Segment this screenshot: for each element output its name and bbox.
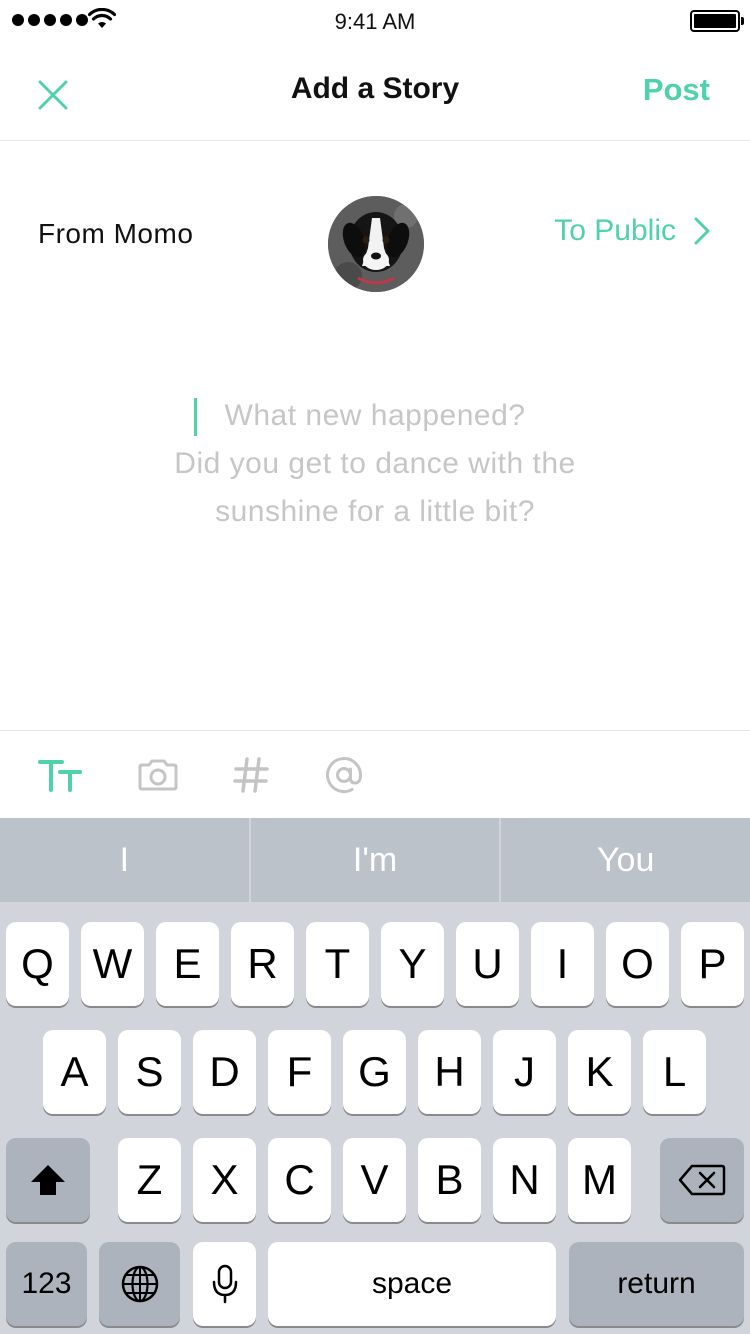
post-button[interactable]: Post [643, 72, 710, 108]
mention-button[interactable] [320, 751, 368, 799]
key[interactable]: Z [118, 1138, 181, 1222]
key[interactable]: F [268, 1030, 331, 1114]
close-button[interactable] [30, 72, 76, 118]
key[interactable]: P [681, 922, 744, 1006]
key[interactable]: L [643, 1030, 706, 1114]
key[interactable]: B [418, 1138, 481, 1222]
compose-toolbar [0, 730, 750, 818]
placeholder-line: Did you get to dance with the [174, 447, 576, 480]
close-icon [38, 80, 68, 110]
key[interactable]: Q [6, 922, 69, 1006]
key[interactable]: E [156, 922, 219, 1006]
suggestion-item[interactable]: I [0, 818, 249, 902]
globe-key[interactable] [99, 1242, 180, 1326]
key[interactable]: X [193, 1138, 256, 1222]
key[interactable]: S [118, 1030, 181, 1114]
key[interactable]: V [343, 1138, 406, 1222]
backspace-icon [678, 1164, 726, 1196]
return-key[interactable]: return [569, 1242, 744, 1326]
globe-icon [121, 1265, 158, 1303]
story-text-input[interactable]: What new happened? Did you get to dance … [100, 392, 650, 552]
delete-key[interactable] [660, 1138, 744, 1222]
key[interactable]: M [568, 1138, 631, 1222]
key[interactable]: A [43, 1030, 106, 1114]
numbers-key[interactable]: 123 [6, 1242, 87, 1326]
suggestion-bar: I I'm You [0, 818, 750, 902]
mention-icon [326, 757, 363, 793]
text-format-button[interactable] [36, 751, 84, 799]
key[interactable]: H [418, 1030, 481, 1114]
page-title: Add a Story [290, 72, 460, 105]
status-time: 9:41 AM [334, 9, 416, 34]
key[interactable]: I [531, 922, 594, 1006]
audience-selector[interactable]: To Public [554, 214, 710, 248]
nav-bar: Add a Story Post [0, 44, 750, 141]
placeholder-line: What new happened? [224, 399, 526, 432]
avatar[interactable] [328, 196, 424, 292]
status-bar: 9:41 AM [0, 0, 750, 44]
key[interactable]: T [306, 922, 369, 1006]
from-label: From Momo [38, 218, 194, 249]
text-cursor [194, 398, 197, 436]
chevron-right-icon [694, 217, 710, 245]
suggestion-item[interactable]: I'm [251, 818, 500, 902]
text-format-icon [38, 760, 82, 792]
key[interactable]: R [231, 922, 294, 1006]
dog-avatar-image [328, 196, 424, 292]
key[interactable]: N [493, 1138, 556, 1222]
battery-icon [690, 10, 744, 32]
key[interactable]: K [568, 1030, 631, 1114]
keyboard: I I'm You Q W E R T Y U I O P A S D F G … [0, 818, 750, 1334]
hashtag-icon [233, 757, 269, 793]
key[interactable]: O [606, 922, 669, 1006]
key[interactable]: W [81, 922, 144, 1006]
key[interactable]: U [456, 922, 519, 1006]
suggestion-item[interactable]: You [501, 818, 750, 902]
microphone-icon [212, 1264, 237, 1304]
space-key[interactable]: space [268, 1242, 556, 1326]
hashtag-button[interactable] [227, 751, 275, 799]
key[interactable]: C [268, 1138, 331, 1222]
shift-key[interactable] [6, 1138, 90, 1222]
shift-icon [31, 1165, 65, 1195]
key[interactable]: J [493, 1030, 556, 1114]
key[interactable]: Y [381, 922, 444, 1006]
audience-label: To Public [554, 214, 676, 247]
key[interactable]: G [343, 1030, 406, 1114]
dictation-key[interactable] [193, 1242, 256, 1326]
camera-button[interactable] [134, 751, 182, 799]
camera-icon [138, 759, 178, 791]
placeholder-line: sunshine for a little bit? [215, 495, 535, 528]
key[interactable]: D [193, 1030, 256, 1114]
